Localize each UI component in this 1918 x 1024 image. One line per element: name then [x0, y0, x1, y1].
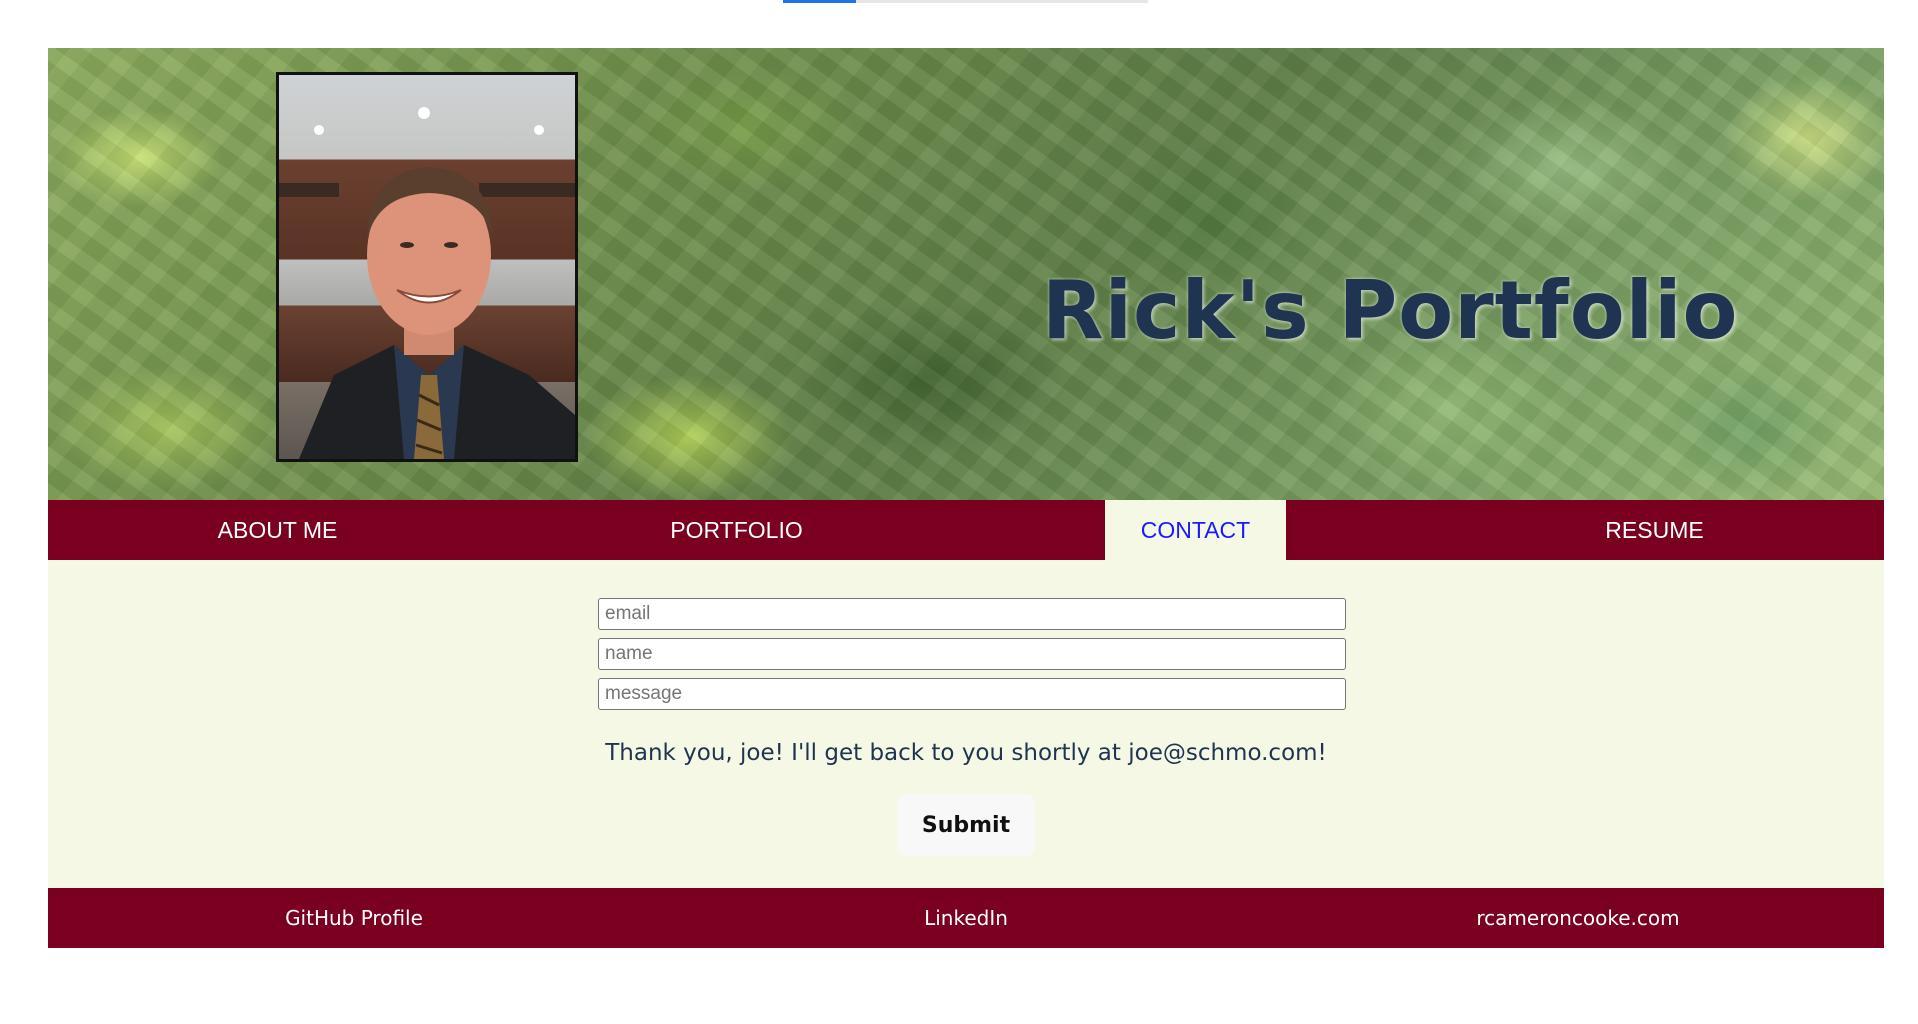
thank-you-message: Thank you, joe! I'll get back to you sho…: [605, 740, 1327, 766]
email-field[interactable]: [598, 598, 1346, 630]
contact-form: [598, 598, 1346, 718]
nav-item-contact[interactable]: CONTACT: [1105, 500, 1286, 560]
footer-link-linkedin[interactable]: LinkedIn: [660, 906, 1272, 930]
profile-photo: [276, 72, 578, 462]
nav-item-resume[interactable]: RESUME: [1575, 500, 1735, 560]
contact-section: Thank you, joe! I'll get back to you sho…: [48, 560, 1884, 888]
nav-slot-resume: RESUME: [1425, 500, 1884, 560]
main-nav: ABOUT ME PORTFOLIO CONTACT RESUME: [48, 500, 1884, 560]
footer: GitHub Profile LinkedIn rcameroncooke.co…: [48, 888, 1884, 948]
progress-fill: [783, 0, 856, 3]
portrait-illustration: [279, 107, 575, 459]
footer-link-website[interactable]: rcameroncooke.com: [1272, 906, 1884, 930]
nav-slot-contact: CONTACT: [966, 500, 1425, 560]
submit-button[interactable]: Submit: [897, 794, 1035, 856]
name-field[interactable]: [598, 638, 1346, 670]
page-title: Rick's Portfolio: [1042, 264, 1739, 357]
hero-banner: Rick's Portfolio: [48, 48, 1884, 500]
page-container: Rick's Portfolio ABOUT ME PORTFOLIO CONT…: [48, 48, 1884, 948]
footer-link-github[interactable]: GitHub Profile: [48, 906, 660, 930]
nav-slot-portfolio: PORTFOLIO: [507, 500, 966, 560]
message-field[interactable]: [598, 678, 1346, 710]
nav-item-about-me[interactable]: ABOUT ME: [198, 500, 358, 560]
nav-item-portfolio[interactable]: PORTFOLIO: [657, 500, 817, 560]
nav-slot-about: ABOUT ME: [48, 500, 507, 560]
page-loading-progress-bar: [783, 0, 1148, 3]
